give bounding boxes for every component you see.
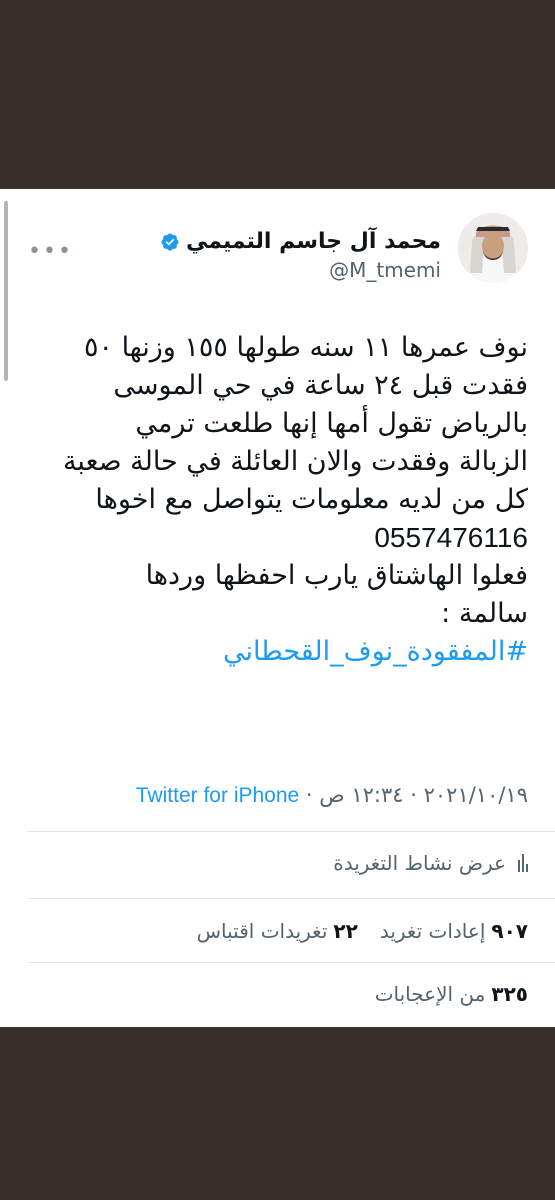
tweet-line: الزبالة وفقدت والان العائلة في حالة صعبة xyxy=(62,446,528,477)
tweet-line: بالرياض تقول أمها إنها طلعت ترمي xyxy=(135,408,528,439)
tweet-line: نوف عمرها ١١ سنه طولها ١٥٥ وزنها ٥٠ xyxy=(83,332,528,363)
tweet-line: سالمة : xyxy=(441,598,528,629)
engagement-stats-row: ٩٠٧ إعادات تغريد ٢٢ تغريدات اقتباس xyxy=(18,919,528,943)
activity-bars-icon xyxy=(518,854,528,872)
quotes-count[interactable]: ٢٢ xyxy=(333,919,357,943)
tweet-date: ٢٠٢١/١٠/١٩ xyxy=(423,783,528,807)
likes-label[interactable]: من الإعجابات xyxy=(375,982,486,1006)
tweet-line: فعلوا الهاشتاق يارب احفظها وردها xyxy=(145,560,528,591)
view-tweet-activity[interactable]: عرض نشاط التغريدة xyxy=(18,851,528,875)
activity-label: عرض نشاط التغريدة xyxy=(333,851,506,875)
verified-badge-icon xyxy=(161,232,179,251)
hashtag-link[interactable]: #المفقودة_نوف_القحطاني xyxy=(18,633,528,671)
tweet-line: كل من لديه معلومات يتواصل مع اخوها xyxy=(95,484,528,515)
divider xyxy=(27,831,555,832)
tweet-time: ١٢:٣٤ ص xyxy=(319,783,404,807)
meta-separator: · xyxy=(305,783,313,807)
divider xyxy=(27,962,555,963)
likes-count[interactable]: ٣٢٥ xyxy=(491,982,528,1006)
author-names[interactable]: محمد آل جاسم التميمي @M_tmemi xyxy=(160,229,441,282)
author-display-name[interactable]: محمد آل جاسم التميمي xyxy=(186,229,441,254)
retweets-label[interactable]: إعادات تغريد xyxy=(380,919,486,943)
tweet-meta: ٢٠٢١/١٠/١٩ · ١٢:٣٤ ص · Twitter for iPhon… xyxy=(18,783,528,808)
likes-row[interactable]: ٣٢٥ من الإعجابات xyxy=(18,982,528,1006)
avatar-image xyxy=(458,213,528,283)
divider xyxy=(27,898,555,899)
author-handle[interactable]: @M_tmemi xyxy=(160,258,441,282)
tweet-source-link[interactable]: Twitter for iPhone xyxy=(136,784,299,807)
more-options-icon[interactable]: ••• xyxy=(28,239,73,264)
tweet-header: ••• محمد آل جاسم التميمي @M_tmemi xyxy=(0,213,555,303)
avatar[interactable] xyxy=(458,213,528,283)
quotes-label[interactable]: تغريدات اقتباس xyxy=(197,919,328,943)
tweet-card: ••• محمد آل جاسم التميمي @M_tmemi نوف عم… xyxy=(0,189,555,1027)
tweet-body: نوف عمرها ١١ سنه طولها ١٥٥ وزنها ٥٠ فقدت… xyxy=(18,329,528,671)
tweet-phone-number[interactable]: 0557476116 xyxy=(18,519,528,557)
tweet-line: فقدت قبل ٢٤ ساعة في حي الموسى xyxy=(113,370,528,401)
meta-separator: · xyxy=(410,783,417,807)
retweets-count[interactable]: ٩٠٧ xyxy=(491,919,528,943)
